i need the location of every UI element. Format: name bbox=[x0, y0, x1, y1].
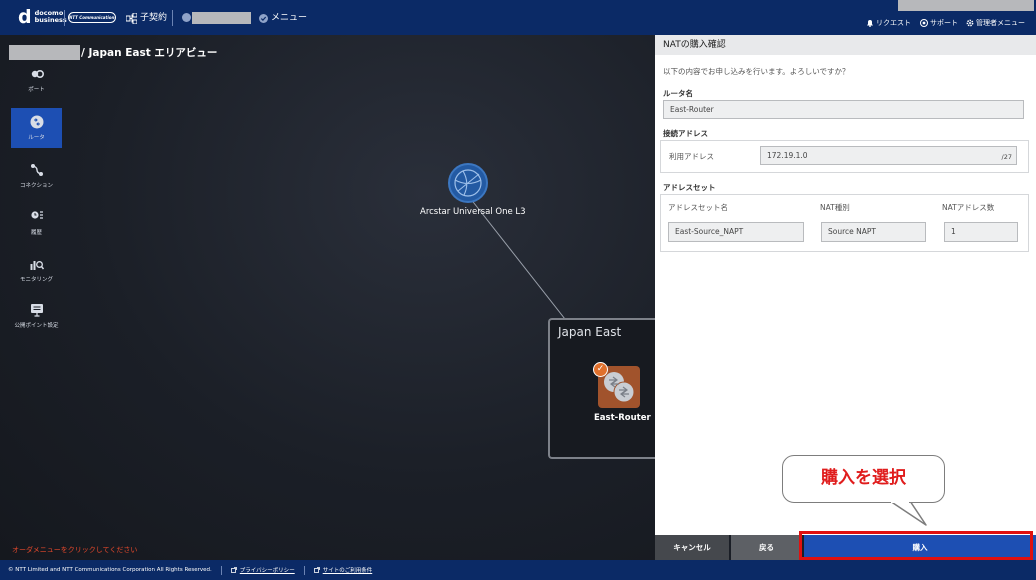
copyright: © NTT Limited and NTT Communications Cor… bbox=[8, 567, 212, 573]
cloud-node[interactable] bbox=[448, 163, 488, 203]
col-nat-type: NAT種別 bbox=[820, 203, 850, 212]
globe-icon bbox=[454, 169, 482, 197]
terms-link[interactable]: サイトのご利用条件 bbox=[313, 566, 373, 574]
router-name-label: ルータ名 bbox=[663, 89, 693, 98]
external-link-icon bbox=[313, 567, 320, 573]
panel-title: NATの購入確認 bbox=[655, 35, 1036, 55]
footer: © NTT Limited and NTT Communications Cor… bbox=[0, 560, 1036, 580]
router-name-field: East-Router bbox=[663, 100, 1024, 119]
region-title: Japan East bbox=[558, 325, 622, 339]
router-node-label: East-Router bbox=[594, 413, 651, 423]
back-button[interactable]: 戻る bbox=[731, 535, 802, 560]
col-set-name: アドレスセット名 bbox=[668, 203, 728, 212]
address-set-label: アドレスセット bbox=[663, 183, 716, 192]
privacy-link[interactable]: プライバシーポリシー bbox=[230, 566, 295, 574]
address-set-name-field: East-Source_NAPT bbox=[668, 222, 804, 242]
usage-address-label: 利用アドレス bbox=[669, 152, 714, 161]
confirm-message: 以下の内容でお申し込みを行います。よろしいですか？ bbox=[663, 67, 850, 76]
connection-address-label: 接続アドレス bbox=[663, 129, 708, 138]
purchase-highlight-box bbox=[799, 531, 1033, 560]
usage-address-value: 172.19.1.0 bbox=[767, 151, 808, 160]
select-purchase-callout: 購入を選択 bbox=[782, 455, 945, 503]
prefix-length: /27 bbox=[1001, 153, 1012, 161]
cloud-node-label: Arcstar Universal One L3 bbox=[420, 207, 526, 217]
nat-type-field: Source NAPT bbox=[821, 222, 926, 242]
order-menu-hint: オーダメニューをクリックしてください bbox=[12, 546, 138, 554]
terms-label: サイトのご利用条件 bbox=[322, 568, 373, 574]
selected-check-icon: ✓ bbox=[593, 362, 608, 377]
nat-count-field: 1 bbox=[944, 222, 1018, 242]
footer-divider bbox=[303, 565, 305, 575]
usage-address-field: 172.19.1.0 /27 bbox=[760, 146, 1017, 165]
external-link-icon bbox=[230, 567, 237, 573]
footer-divider bbox=[220, 565, 222, 575]
col-nat-count: NATアドレス数 bbox=[942, 203, 995, 212]
privacy-label: プライバシーポリシー bbox=[239, 568, 295, 574]
cancel-button[interactable]: キャンセル bbox=[655, 535, 729, 560]
